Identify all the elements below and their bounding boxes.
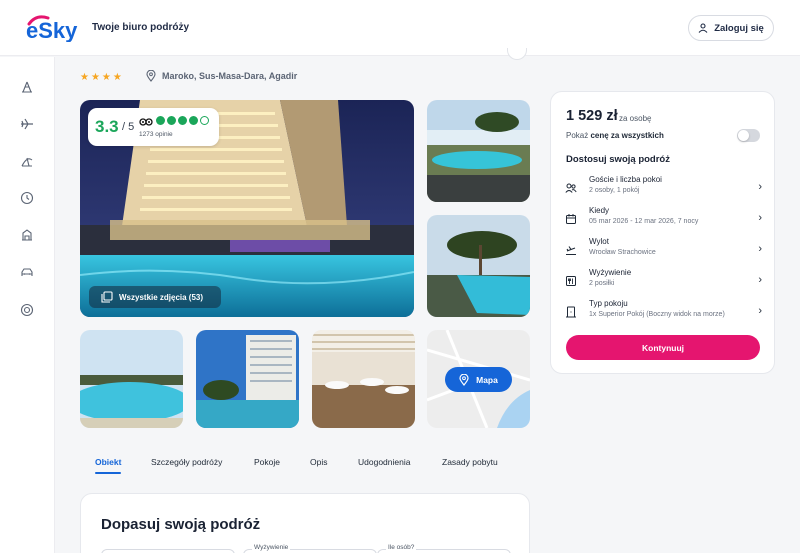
plane-icon[interactable] [19,116,35,132]
login-button[interactable]: Zaloguj się [688,15,774,41]
tab-opis[interactable]: Opis [310,457,327,467]
gallery-photo-restaurant[interactable] [312,330,415,428]
option-guests-title: Goście i liczba pokoi [589,175,662,184]
price: 1 529 zł [566,108,618,124]
fit-trip-panel: Dopasuj swoją podróż Wyżywienie Ile osób… [80,493,530,553]
left-sidebar [0,57,55,553]
departure-icon [565,243,577,256]
option-meals[interactable]: Wyżywienie 2 posiłki › [561,268,766,296]
rating-dot [200,116,209,125]
room-icon [565,305,577,318]
option-dates-value: 05 mar 2026 - 12 mar 2026, 7 nocy [589,218,699,225]
vacation-icon[interactable] [19,153,35,169]
option-room-title: Typ pokoju [589,299,628,308]
fit-field-guests-label: Ile osób? [386,544,417,551]
scroll-up-handle[interactable] [507,48,527,60]
option-guests-value: 2 osoby, 1 pokój [589,187,640,194]
fit-title: Dopasuj swoją podróż [101,516,261,533]
review-count: 1273 opinie [139,131,173,138]
rating-dot [189,116,198,125]
option-guests[interactable]: Goście i liczba pokoi 2 osoby, 1 pokój › [561,175,766,203]
fit-field-meals[interactable]: Wyżywienie [243,544,377,553]
gallery-photo-pool-day[interactable] [427,100,530,202]
option-departure[interactable]: Wylot Wrocław Strachowice › [561,237,766,265]
pin-icon [146,70,156,82]
all-photos-button[interactable]: Wszystkie zdjęcia (53) [89,286,221,308]
all-photos-label: Wszystkie zdjęcia (53) [119,292,204,302]
tab-obiekt[interactable]: Obiekt [95,457,121,467]
tripadvisor-icon [139,118,153,126]
guests-icon [565,181,577,193]
continue-button[interactable]: Kontynuuj [566,335,760,360]
price-unit: za osobę [619,114,652,123]
option-dates[interactable]: Kiedy 05 mar 2026 - 12 mar 2026, 7 nocy … [561,206,766,234]
fit-field-guests[interactable]: Ile osób? [377,544,511,553]
map-pin-icon [459,373,469,386]
hotel-location[interactable]: Maroko, Sus-Masa-Dara, Agadir [146,70,297,82]
option-room-value: 1x Superior Pokój (Boczny widok na morze… [589,311,725,318]
option-dates-title: Kiedy [589,206,610,215]
gallery-photo-pool-palms[interactable] [427,215,530,317]
location-text: Maroko, Sus-Masa-Dara, Agadir [162,71,298,81]
hotel-stars: ★★★★ [80,72,124,83]
gallery-photo-pool-sea[interactable] [80,330,183,428]
chevron-right-icon: › [758,274,762,286]
price-for-all-toggle[interactable] [737,129,760,142]
top-header: eSky Twoje biuro podróży Zaloguj się [0,0,800,56]
car-icon[interactable] [19,264,35,280]
gallery-photo-hotel-building[interactable] [196,330,299,428]
user-icon [698,23,708,33]
price-for-all-bold: cenę za wszystkich [590,131,664,140]
hotel-icon[interactable] [19,227,35,243]
tab-pokoje[interactable]: Pokoje [254,457,280,467]
last-minute-icon[interactable] [19,190,35,206]
customize-title: Dostosuj swoją podróż [566,154,670,165]
rating-dots [156,116,209,125]
active-tab-indicator [95,472,121,474]
meal-icon [565,274,577,286]
esky-logo[interactable]: eSky [26,12,86,42]
option-room[interactable]: Typ pokoju 1x Superior Pokój (Boczny wid… [561,299,766,327]
chevron-right-icon: › [758,243,762,255]
option-meals-value: 2 posiłki [589,280,615,287]
chevron-right-icon: › [758,181,762,193]
calendar-icon [565,212,577,224]
fit-field-meals-label: Wyżywienie [252,544,291,551]
tab-zasady[interactable]: Zasady pobytu [442,457,498,467]
rating-max: / 5 [122,121,135,133]
rating-badge[interactable]: 3.3 / 5 1273 opinie [88,108,219,146]
option-meals-title: Wyżywienie [589,268,632,277]
beach-icon[interactable] [19,79,35,95]
option-departure-value: Wrocław Strachowice [589,249,656,256]
chevron-right-icon: › [758,212,762,224]
tab-szczegoly[interactable]: Szczegóły podróży [151,457,222,467]
svg-text:eSky: eSky [26,18,78,42]
price-for-all-label: Pokaż cenę za wszystkich [566,131,664,140]
rating-dot [178,116,187,125]
tab-udogodnienia[interactable]: Udogodnienia [358,457,410,467]
option-departure-title: Wylot [589,237,609,246]
chevron-right-icon: › [758,305,762,317]
tagline: Twoje biuro podróży [92,22,190,33]
rating-dot [156,116,165,125]
map-label: Mapa [476,374,498,385]
login-label: Zaloguj się [714,22,764,34]
support-icon[interactable] [19,302,35,318]
fit-field-dates[interactable] [101,549,235,553]
map-button[interactable]: Mapa [445,367,512,392]
booking-card: 1 529 zł za osobę Pokaż cenę za wszystki… [550,91,775,374]
rating-dot [167,116,176,125]
price-for-all-prefix: Pokaż [566,131,589,140]
rating-score: 3.3 [95,117,119,136]
gallery-icon [101,291,113,303]
section-tabs: Obiekt Szczegóły podróży Pokoje Opis Udo… [80,455,530,477]
